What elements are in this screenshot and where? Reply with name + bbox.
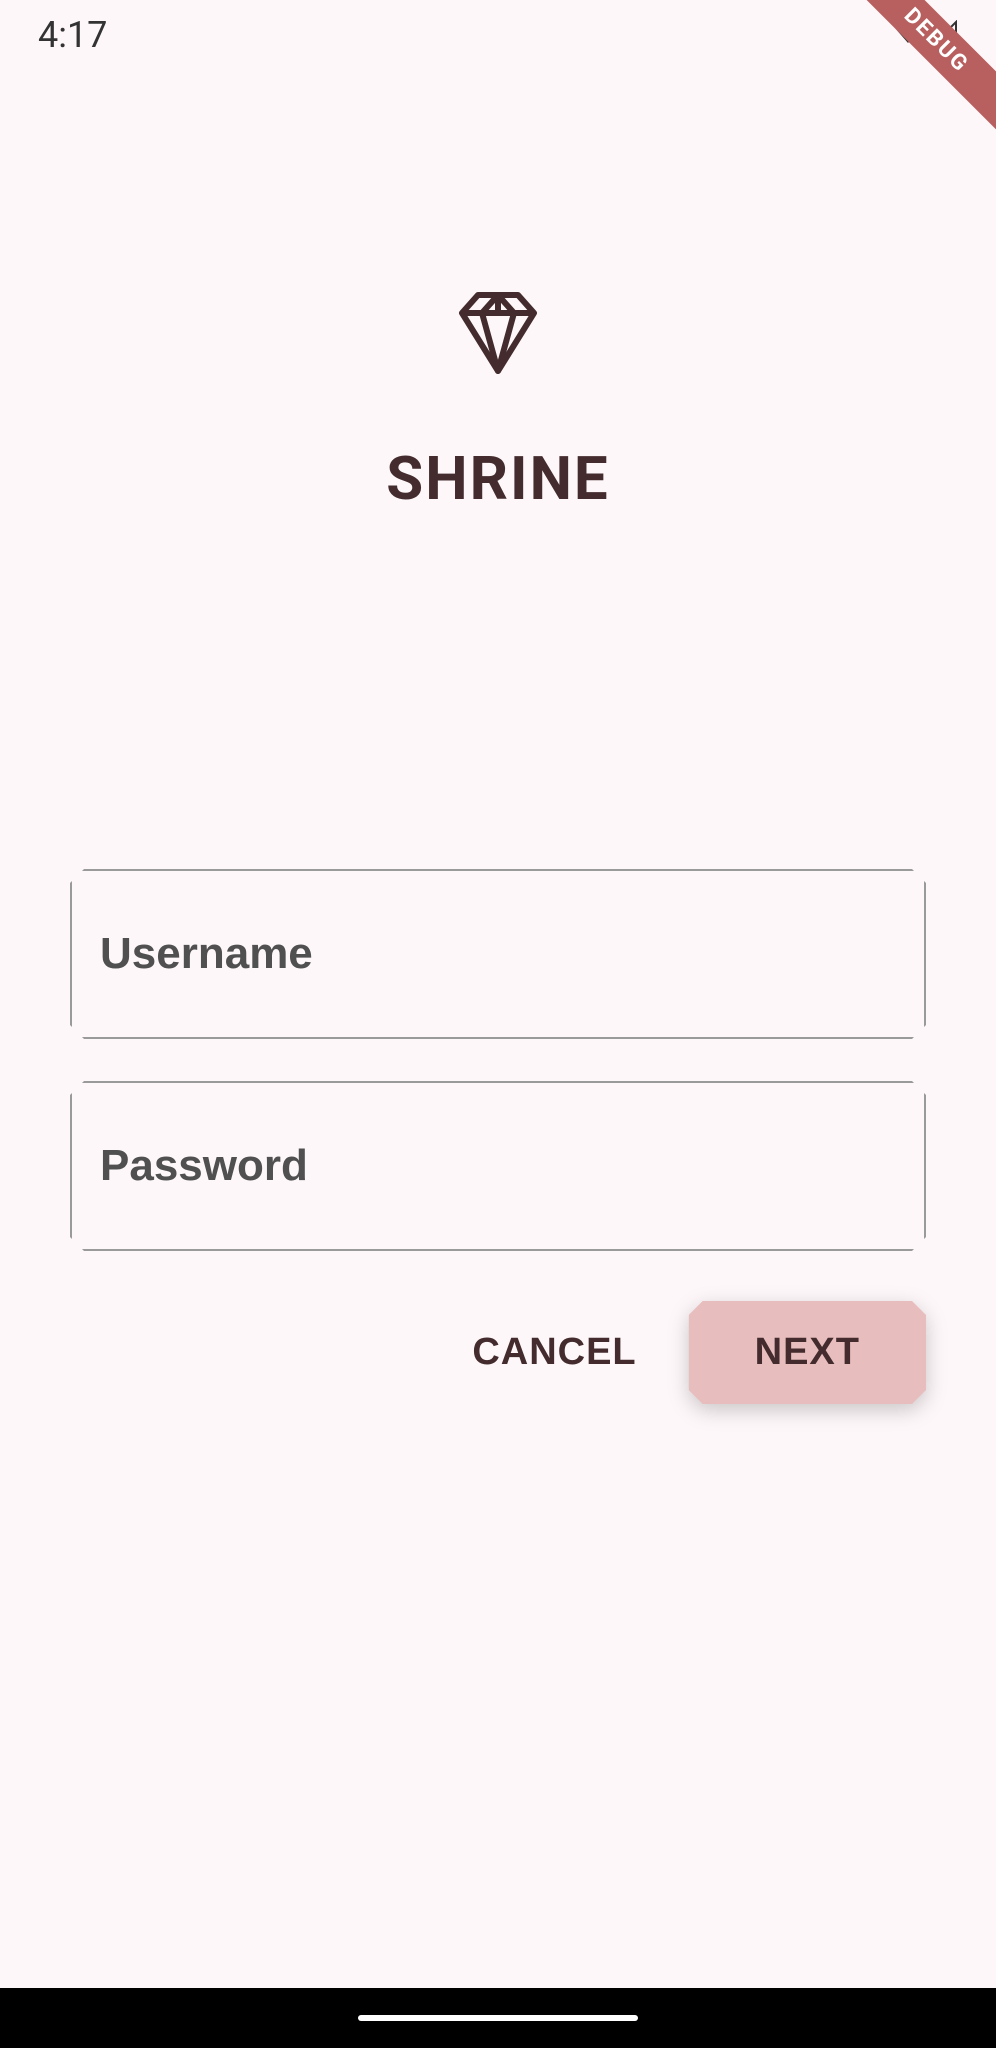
button-row: CANCEL NEXT — [70, 1301, 926, 1404]
diamond-icon — [452, 285, 544, 381]
next-button-wrapper: NEXT — [689, 1301, 926, 1404]
login-screen: SHRINE CANCEL NEXT — [0, 285, 996, 1404]
cancel-button[interactable]: CANCEL — [462, 1311, 646, 1394]
nav-indicator[interactable] — [358, 2015, 638, 2021]
username-field[interactable] — [100, 929, 896, 979]
system-nav-bar — [0, 1988, 996, 2048]
logo-section: SHRINE — [70, 285, 926, 514]
password-field[interactable] — [100, 1141, 896, 1191]
app-title: SHRINE — [386, 443, 609, 514]
username-field-container — [70, 869, 926, 1039]
next-button[interactable]: NEXT — [689, 1301, 926, 1404]
login-form: CANCEL NEXT — [70, 869, 926, 1404]
status-bar: 4:17 — [0, 0, 996, 60]
status-time: 4:17 — [38, 14, 107, 56]
password-field-container — [70, 1081, 926, 1251]
